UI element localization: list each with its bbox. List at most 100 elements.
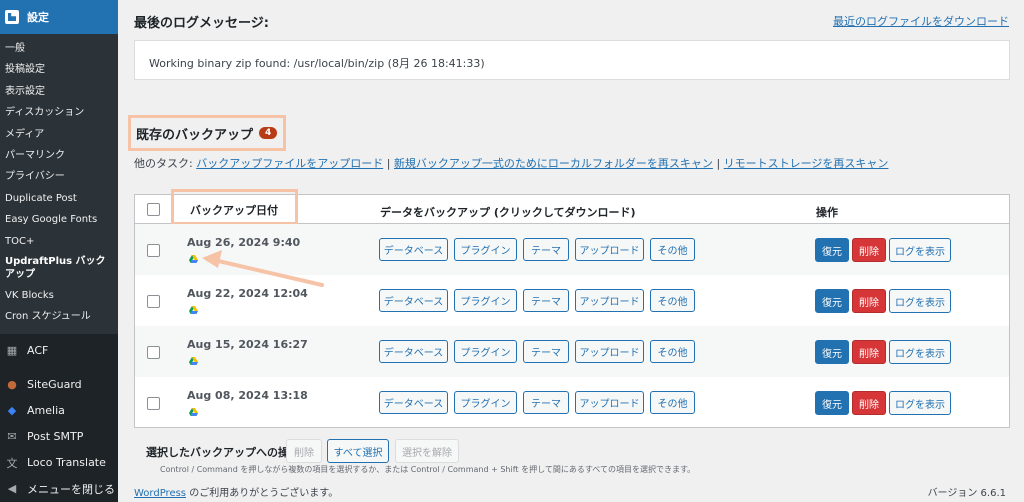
table-row: Aug 08, 2024 13:18 データベース プラグイン テーマ アップロ… xyxy=(135,377,1009,428)
table-header: バックアップ日付 データをバックアップ (クリックしてダウンロード) 操作 xyxy=(135,189,1009,225)
submenu-writing[interactable]: 投稿設定 xyxy=(0,59,118,80)
database-button[interactable]: データベース xyxy=(379,340,448,363)
table-row: Aug 22, 2024 12:04 データベース プラグイン テーマ アップロ… xyxy=(135,275,1009,326)
google-drive-icon xyxy=(189,408,198,416)
uploads-button[interactable]: アップロード xyxy=(575,238,644,261)
operation-buttons: 復元 削除 ログを表示 xyxy=(815,289,954,313)
google-drive-icon xyxy=(189,255,198,263)
sidebar-item-settings[interactable]: 設定 xyxy=(0,0,118,34)
wordpress-link[interactable]: WordPress xyxy=(134,488,186,499)
operation-buttons: 復元 削除 ログを表示 xyxy=(815,238,954,262)
operation-buttons: 復元 削除 ログを表示 xyxy=(815,340,954,364)
rescan-remote-link[interactable]: リモートストレージを再スキャン xyxy=(724,157,889,170)
sidebar-item-label: Post SMTP xyxy=(27,430,84,444)
separator: | xyxy=(386,157,391,170)
submenu-updraftplus[interactable]: UpdraftPlus バックアップ xyxy=(0,252,118,285)
row-checkbox[interactable] xyxy=(147,397,160,410)
view-log-button[interactable]: ログを表示 xyxy=(889,340,951,364)
select-all-button[interactable]: すべて選択 xyxy=(327,439,389,463)
delete-button[interactable]: 削除 xyxy=(852,238,886,262)
log-message: Working binary zip found: /usr/local/bin… xyxy=(149,57,485,70)
column-header-data: データをバックアップ (クリックしてダウンロード) xyxy=(380,206,636,219)
google-drive-icon xyxy=(189,306,198,314)
settings-submenu: 一般 投稿設定 表示設定 ディスカッション メディア パーマリンク プライバシー… xyxy=(0,34,118,334)
sidebar-item-label: ACF xyxy=(27,344,49,358)
sidebar-item-post-smtp[interactable]: ✉ Post SMTP xyxy=(0,424,118,450)
others-button[interactable]: その他 xyxy=(650,289,695,312)
version-label: バージョン 6.6.1 xyxy=(927,488,1006,499)
delete-button[interactable]: 削除 xyxy=(852,391,886,415)
submenu-general[interactable]: 一般 xyxy=(0,38,118,59)
themes-button[interactable]: テーマ xyxy=(523,391,569,414)
uploads-button[interactable]: アップロード xyxy=(575,289,644,312)
main-content: 最後のログメッセージ: 最近のログファイルをダウンロード Working bin… xyxy=(118,0,1024,502)
plugins-button[interactable]: プラグイン xyxy=(454,391,517,414)
sidebar-item-amelia[interactable]: ◆ Amelia xyxy=(0,398,118,424)
column-header-date: バックアップ日付 xyxy=(171,189,298,225)
mail-icon: ✉ xyxy=(7,430,17,444)
submenu-toc[interactable]: TOC+ xyxy=(0,231,118,252)
google-drive-icon xyxy=(189,357,198,365)
row-checkbox[interactable] xyxy=(147,346,160,359)
themes-button[interactable]: テーマ xyxy=(523,289,569,312)
sidebar-item-acf[interactable]: ▦ ACF xyxy=(0,338,118,364)
restore-button[interactable]: 復元 xyxy=(815,391,849,415)
database-button[interactable]: データベース xyxy=(379,238,448,261)
themes-button[interactable]: テーマ xyxy=(523,238,569,261)
database-button[interactable]: データベース xyxy=(379,289,448,312)
backup-date: Aug 26, 2024 9:40 xyxy=(187,236,301,249)
row-checkbox[interactable] xyxy=(147,295,160,308)
uploads-button[interactable]: アップロード xyxy=(575,340,644,363)
deselect-button[interactable]: 選択を解除 xyxy=(395,439,459,463)
collapse-icon: ◀ xyxy=(7,482,17,496)
sidebar-item-siteguard[interactable]: ● SiteGuard xyxy=(0,372,118,398)
others-button[interactable]: その他 xyxy=(650,391,695,414)
footer-text: のご利用ありがとうございます。 xyxy=(186,488,339,499)
bulk-delete-button[interactable]: 削除 xyxy=(286,439,322,463)
delete-button[interactable]: 削除 xyxy=(852,340,886,364)
download-log-link[interactable]: 最近のログファイルをダウンロード xyxy=(833,13,1009,29)
backup-date: Aug 22, 2024 12:04 xyxy=(187,287,308,300)
log-message-box: Working binary zip found: /usr/local/bin… xyxy=(134,40,1010,80)
restore-button[interactable]: 復元 xyxy=(815,340,849,364)
submenu-cron[interactable]: Cron スケジュール xyxy=(0,306,118,327)
collapse-menu-button[interactable]: ◀ メニューを閉じる xyxy=(0,476,118,502)
settings-icon xyxy=(5,10,19,24)
restore-button[interactable]: 復元 xyxy=(815,238,849,262)
themes-button[interactable]: テーマ xyxy=(523,340,569,363)
submenu-discussion[interactable]: ディスカッション xyxy=(0,102,118,123)
delete-button[interactable]: 削除 xyxy=(852,289,886,313)
amelia-icon: ◆ xyxy=(7,404,17,418)
rescan-local-link[interactable]: 新規バックアップ一式のためにローカルフォルダーを再スキャン xyxy=(394,157,713,170)
existing-backups-title: 既存のバックアップ xyxy=(136,127,254,143)
operation-buttons: 復元 削除 ログを表示 xyxy=(815,391,954,415)
plugins-button[interactable]: プラグイン xyxy=(454,340,517,363)
row-checkbox[interactable] xyxy=(147,244,160,257)
database-button[interactable]: データベース xyxy=(379,391,448,414)
uploads-button[interactable]: アップロード xyxy=(575,391,644,414)
submenu-duplicate-post[interactable]: Duplicate Post xyxy=(0,188,118,209)
submenu-media[interactable]: メディア xyxy=(0,124,118,145)
restore-button[interactable]: 復元 xyxy=(815,289,849,313)
data-buttons: データベース プラグイン テーマ アップロード その他 xyxy=(379,289,701,312)
admin-sidebar: 設定 一般 投稿設定 表示設定 ディスカッション メディア パーマリンク プライ… xyxy=(0,0,118,502)
sidebar-item-loco-translate[interactable]: 文 Loco Translate xyxy=(0,450,118,476)
view-log-button[interactable]: ログを表示 xyxy=(889,391,951,415)
submenu-vk-blocks[interactable]: VK Blocks xyxy=(0,285,118,306)
submenu-reading[interactable]: 表示設定 xyxy=(0,81,118,102)
separator: | xyxy=(716,157,721,170)
plugins-button[interactable]: プラグイン xyxy=(454,238,517,261)
others-button[interactable]: その他 xyxy=(650,238,695,261)
select-all-checkbox[interactable] xyxy=(147,203,160,216)
footer: WordPress のご利用ありがとうございます。 xyxy=(134,484,338,499)
plugins-button[interactable]: プラグイン xyxy=(454,289,517,312)
column-header-operations: 操作 xyxy=(816,206,838,219)
submenu-permalink[interactable]: パーマリンク xyxy=(0,145,118,166)
view-log-button[interactable]: ログを表示 xyxy=(889,238,951,262)
view-log-button[interactable]: ログを表示 xyxy=(889,289,951,313)
submenu-easy-google-fonts[interactable]: Easy Google Fonts xyxy=(0,209,118,230)
others-button[interactable]: その他 xyxy=(650,340,695,363)
sidebar-item-label: SiteGuard xyxy=(27,378,82,392)
submenu-privacy[interactable]: プライバシー xyxy=(0,166,118,187)
upload-backup-link[interactable]: バックアップファイルをアップロード xyxy=(196,157,383,170)
